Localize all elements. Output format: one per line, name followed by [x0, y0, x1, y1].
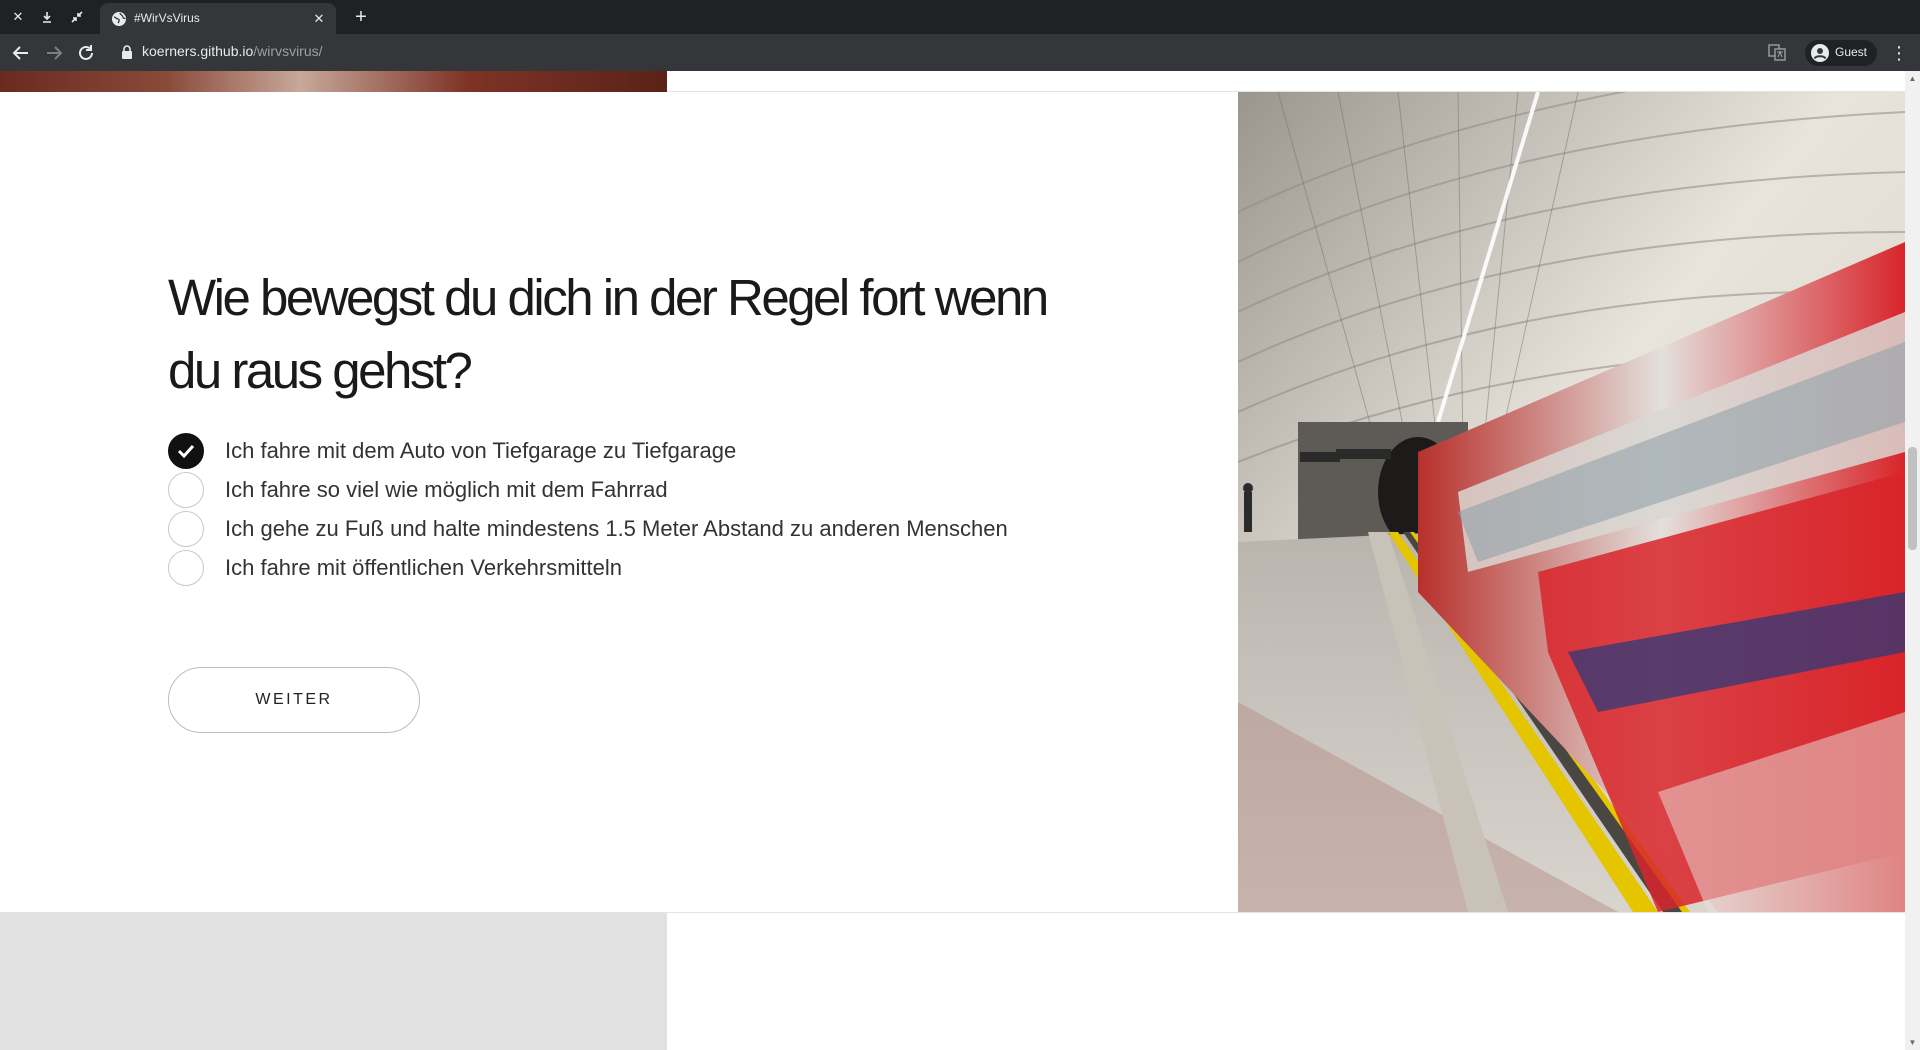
new-tab-icon[interactable]: + [350, 6, 372, 28]
checkmark-icon [177, 444, 195, 459]
page-viewport: Wie bewegst du dich in der Regel fort we… [0, 71, 1905, 1050]
address-bar[interactable]: koerners.github.io/wirvsvirus/ [142, 43, 323, 59]
profile-label: Guest [1835, 45, 1868, 59]
browser-toolbar: koerners.github.io/wirvsvirus/ Guest ⋮ [0, 34, 1920, 71]
active-tab[interactable]: #WirVsVirus ✕ [100, 3, 336, 34]
profile-button[interactable]: Guest [1805, 40, 1877, 66]
radio-unchecked[interactable] [168, 511, 204, 547]
radio-unchecked[interactable] [168, 472, 204, 508]
answer-option-label[interactable]: Ich fahre mit öffentlichen Verkehrsmitte… [225, 555, 622, 581]
answer-option-label[interactable]: Ich gehe zu Fuß und halte mindestens 1.5… [225, 516, 1008, 542]
avatar-icon [1811, 44, 1829, 62]
reload-icon[interactable] [75, 42, 97, 64]
question-heading: Wie bewegst du dich in der Regel fort we… [168, 269, 1049, 399]
forward-arrow-icon[interactable] [43, 42, 65, 64]
scrollbar-thumb[interactable] [1908, 447, 1917, 550]
answer-option[interactable]: Ich fahre mit öffentlichen Verkehrsmitte… [168, 550, 1068, 589]
page-scrollbar[interactable]: ▲ ▼ [1905, 71, 1920, 1050]
tab-title: #WirVsVirus [134, 11, 200, 25]
back-arrow-icon[interactable] [10, 42, 32, 64]
answer-option-label[interactable]: Ich fahre so viel wie möglich mit dem Fa… [225, 477, 668, 503]
answer-option[interactable]: Ich fahre mit dem Auto von Tiefgarage zu… [168, 433, 1068, 472]
next-button[interactable]: WEITER [168, 667, 420, 733]
next-section-image [0, 913, 667, 1050]
minimize-window-icon[interactable] [37, 7, 57, 27]
radio-checked[interactable] [168, 433, 204, 469]
lock-icon[interactable] [121, 45, 133, 59]
answer-option-label[interactable]: Ich fahre mit dem Auto von Tiefgarage zu… [225, 438, 736, 464]
restore-window-icon[interactable] [67, 7, 87, 27]
answer-option[interactable]: Ich gehe zu Fuß und halte mindestens 1.5… [168, 511, 1068, 550]
previous-section-image [0, 71, 667, 92]
answer-option[interactable]: Ich fahre so viel wie möglich mit dem Fa… [168, 472, 1068, 511]
scroll-down-arrow-icon[interactable]: ▼ [1905, 1035, 1920, 1050]
radio-unchecked[interactable] [168, 550, 204, 586]
scroll-up-arrow-icon[interactable]: ▲ [1905, 71, 1920, 86]
subway-train-photo [1238, 92, 1905, 912]
browser-menu-icon[interactable]: ⋮ [1890, 42, 1908, 64]
close-window-icon[interactable]: ✕ [8, 7, 28, 27]
translate-icon[interactable] [1768, 43, 1786, 61]
globe-icon [112, 12, 126, 26]
close-tab-icon[interactable]: ✕ [310, 10, 328, 28]
browser-tab-bar: ✕ #WirVsVirus ✕ + [0, 0, 1920, 34]
url-path: /wirvsvirus/ [253, 43, 323, 59]
answer-options: Ich fahre mit dem Auto von Tiefgarage zu… [168, 433, 1068, 589]
url-host: koerners.github.io [142, 43, 254, 59]
